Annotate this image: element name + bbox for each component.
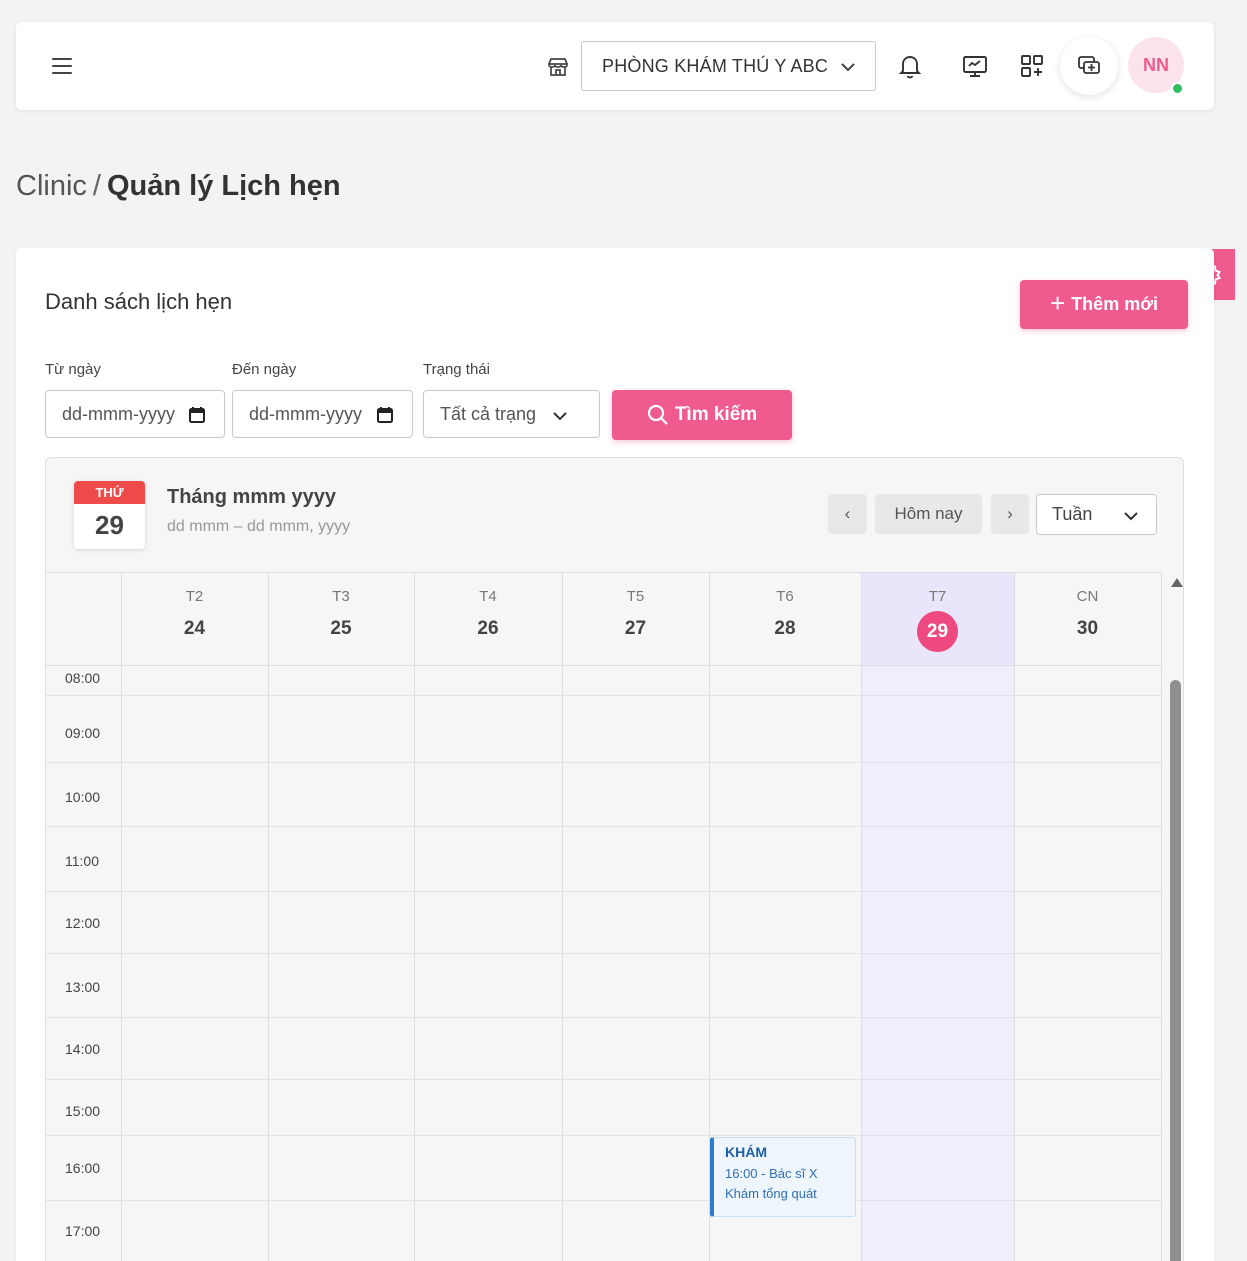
chat-button[interactable] <box>1060 37 1118 95</box>
prev-week-button[interactable]: ‹ <box>828 494 867 534</box>
to-date-label: Đến ngày <box>232 361 297 378</box>
breadcrumb-separator: / <box>92 170 101 202</box>
breadcrumb: Clinic / Quản lý Lịch hẹn <box>16 170 341 203</box>
calendar-panel: THỨ 29 Tháng mmm yyyy dd mmm – dd mmm, y… <box>45 457 1184 1261</box>
day-name: T6 <box>776 588 794 605</box>
time-label: 09:00 <box>65 725 101 741</box>
clinic-select[interactable]: PHÒNG KHÁM THÚ Y ABC <box>581 41 876 91</box>
search-button-label: Tìm kiếm <box>674 404 758 425</box>
clinic-store-icon <box>548 58 568 76</box>
calendar-icon <box>189 407 205 423</box>
month-title: Tháng mmm yyyy <box>167 486 336 508</box>
status-label: Trạng thái <box>423 361 490 378</box>
from-date-input[interactable]: dd-mmm-yyyy <box>45 390 225 438</box>
appointment-event[interactable]: KHÁM 16:00 - Bác sĩ X Khám tổng quát <box>710 1137 856 1217</box>
plus-icon: + <box>1050 288 1066 318</box>
scroll-thumb[interactable] <box>1170 680 1181 1261</box>
today-button-label: Hôm nay <box>894 504 963 523</box>
breadcrumb-root[interactable]: Clinic <box>16 170 87 202</box>
day-name: CN <box>1076 588 1099 605</box>
day-header[interactable]: T4 26 <box>414 573 562 665</box>
chevron-right-icon: › <box>1007 504 1013 523</box>
search-icon <box>647 404 668 425</box>
day-date: 28 <box>774 618 796 639</box>
event-title: KHÁM <box>725 1144 767 1160</box>
menu-icon[interactable] <box>50 55 74 77</box>
time-label: 11:00 <box>65 853 99 869</box>
from-date-value: dd-mmm-yyyy <box>62 403 175 424</box>
to-date-value: dd-mmm-yyyy <box>249 403 362 424</box>
week-grid: T2 24 T3 25 T4 26 T5 27 T6 28 T7 29 CN 3… <box>46 572 1162 1261</box>
bell-icon[interactable] <box>896 52 924 80</box>
day-date: 25 <box>330 618 352 639</box>
next-week-button[interactable]: › <box>991 494 1029 534</box>
chevron-down-icon <box>1124 512 1138 521</box>
card-title: Danh sách lịch hẹn <box>45 289 233 314</box>
day-header[interactable]: T6 28 <box>709 573 861 665</box>
chevron-down-icon <box>553 412 567 421</box>
add-new-label: Thêm mới <box>1071 294 1158 314</box>
clinic-select-label: PHÒNG KHÁM THÚ Y ABC <box>602 55 829 76</box>
scroll-up-arrow-icon[interactable] <box>1171 578 1183 587</box>
event-description: Khám tổng quát <box>725 1186 817 1201</box>
event-time-doctor: 16:00 - Bác sĩ X <box>725 1166 818 1181</box>
calendar-scrollbar[interactable] <box>1167 572 1183 1261</box>
page-title: Quản lý Lịch hẹn <box>106 170 341 202</box>
day-name: T7 <box>928 588 947 605</box>
online-status-dot <box>1171 82 1184 95</box>
date-range: dd mmm – dd mmm, yyyy <box>167 518 351 535</box>
time-label: 10:00 <box>65 789 101 805</box>
time-label: 15:00 <box>65 1103 101 1119</box>
time-label: 13:00 <box>65 979 101 995</box>
day-date: 26 <box>477 618 499 639</box>
today-column <box>861 573 1014 1261</box>
view-select[interactable]: Tuần <box>1036 494 1157 535</box>
top-bar: PHÒNG KHÁM THÚ Y ABC NN <box>16 22 1214 110</box>
time-label: 12:00 <box>65 915 101 931</box>
appointments-card: Danh sách lịch hẹn + Thêm mới Từ ngày dd… <box>16 248 1214 1261</box>
add-new-button[interactable]: + Thêm mới <box>1020 280 1188 329</box>
day-name: T3 <box>332 588 350 605</box>
today-day: 29 <box>95 510 124 540</box>
time-label: 14:00 <box>65 1041 101 1057</box>
day-name: T4 <box>479 588 497 605</box>
chat-icon <box>1078 56 1100 74</box>
today-weekday: THỨ <box>74 481 145 504</box>
view-select-value: Tuần <box>1052 504 1093 524</box>
day-name: T2 <box>185 588 204 605</box>
day-header[interactable]: T2 24 <box>121 573 268 665</box>
time-label: 17:00 <box>65 1223 101 1239</box>
day-date: 24 <box>183 618 206 639</box>
apps-add-icon[interactable] <box>1018 52 1046 80</box>
status-select[interactable]: Tất cả trạng <box>423 390 600 438</box>
time-label: 08:00 <box>65 670 101 686</box>
day-header-today[interactable]: T7 29 <box>861 573 1014 665</box>
day-header[interactable]: CN 30 <box>1014 573 1161 665</box>
time-label: 16:00 <box>65 1160 101 1176</box>
to-date-input[interactable]: dd-mmm-yyyy <box>232 390 413 438</box>
from-date-label: Từ ngày <box>45 361 101 378</box>
chevron-left-icon: ‹ <box>844 504 851 523</box>
calendar-icon <box>377 407 393 423</box>
today-button[interactable]: Hôm nay <box>875 494 982 534</box>
day-date: 27 <box>624 618 647 639</box>
status-select-value: Tất cả trạng <box>440 403 537 424</box>
day-date: 30 <box>1076 618 1099 639</box>
search-button[interactable]: Tìm kiếm <box>612 390 792 440</box>
calendar-header: THỨ 29 Tháng mmm yyyy dd mmm – dd mmm, y… <box>46 458 1183 573</box>
day-header[interactable]: T3 25 <box>268 573 414 665</box>
today-date-circle: 29 <box>917 611 958 652</box>
day-header[interactable]: T5 27 <box>562 573 709 665</box>
monitor-icon[interactable] <box>961 52 989 80</box>
today-date-badge: THỨ 29 <box>74 481 145 549</box>
day-name: T5 <box>626 588 645 605</box>
chevron-down-icon <box>841 63 855 72</box>
